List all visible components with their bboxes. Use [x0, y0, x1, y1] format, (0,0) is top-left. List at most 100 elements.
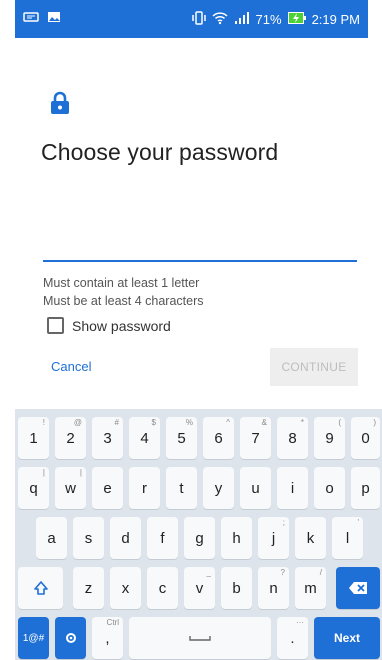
key-6[interactable]: ^ 6 — [203, 417, 234, 459]
key-w-alt: | — [79, 468, 82, 477]
status-bar: 71% 2:19 PM — [15, 0, 368, 38]
key-t[interactable]: t — [166, 467, 197, 509]
key-l[interactable]: ' l — [332, 517, 363, 559]
key-4-label: 4 — [140, 429, 149, 447]
key-f[interactable]: f — [147, 517, 178, 559]
page-title: Choose your password — [41, 139, 279, 165]
key-p[interactable]: p — [351, 467, 380, 509]
key-y[interactable]: y — [203, 467, 234, 509]
key-b[interactable]: b — [221, 567, 252, 609]
show-password-label: Show password — [72, 317, 171, 334]
key-3-label: 3 — [103, 429, 112, 447]
show-password-checkbox[interactable] — [47, 317, 64, 334]
key-l-label: l — [345, 529, 350, 547]
wifi-icon — [212, 11, 228, 28]
key-1-alt: ! — [42, 418, 45, 427]
space-key[interactable] — [129, 617, 271, 659]
key-7[interactable]: & 7 — [240, 417, 271, 459]
key-o-label: o — [325, 479, 334, 497]
vibrate-icon — [191, 10, 206, 28]
key-e[interactable]: e — [92, 467, 123, 509]
key-p-label: p — [361, 479, 370, 497]
key-n-alt: ? — [280, 568, 285, 577]
key-5-label: 5 — [177, 429, 186, 447]
key-9[interactable]: (9 — [314, 417, 345, 459]
key-a[interactable]: a — [36, 517, 67, 559]
key-8-alt: * — [300, 418, 304, 427]
settings-key[interactable] — [55, 617, 86, 659]
key-7-alt: & — [261, 418, 267, 427]
key-v-alt: _ — [206, 568, 211, 577]
shift-icon — [33, 581, 48, 595]
hint-letter: Must contain at least 1 letter — [43, 276, 200, 290]
key-h[interactable]: h — [221, 517, 252, 559]
key-d[interactable]: d — [110, 517, 141, 559]
battery-percent: 71% — [255, 11, 282, 27]
key-g[interactable]: g — [184, 517, 215, 559]
key-u[interactable]: u — [240, 467, 271, 509]
period-key-alt: ··· — [296, 618, 304, 627]
key-k[interactable]: k — [295, 517, 326, 559]
show-password-toggle[interactable]: Show password — [47, 317, 171, 334]
key-1[interactable]: ! 1 — [18, 417, 49, 459]
comma-key[interactable]: Ctrl, — [92, 617, 123, 659]
signal-icon — [234, 11, 250, 28]
key-i-label: i — [290, 479, 295, 497]
lock-icon — [50, 91, 70, 115]
backspace-key[interactable] — [336, 567, 380, 609]
key-2-label: 2 — [66, 429, 75, 447]
battery-charging-icon — [287, 11, 306, 27]
key-r[interactable]: r — [129, 467, 160, 509]
key-v[interactable]: _ v — [184, 567, 215, 609]
key-x[interactable]: x — [110, 567, 141, 609]
next-key[interactable]: Next — [314, 617, 380, 659]
key-s[interactable]: s — [73, 517, 104, 559]
key-z-label: z — [84, 579, 93, 597]
key-q-label: q — [29, 479, 38, 497]
key-6-alt: ^ — [226, 418, 230, 427]
key-m[interactable]: / m — [295, 567, 326, 609]
hint-length: Must be at least 4 characters — [43, 294, 204, 308]
image-icon — [47, 10, 61, 28]
key-q[interactable]: | q — [18, 467, 49, 509]
key-w[interactable]: | w — [55, 467, 86, 509]
key-n[interactable]: ? n — [258, 567, 289, 609]
key-c-label: c — [158, 579, 167, 597]
key-n-label: n — [269, 579, 278, 597]
key-m-label: m — [304, 579, 317, 597]
key-z[interactable]: z — [73, 567, 104, 609]
space-bar-icon — [189, 636, 211, 641]
key-o[interactable]: o — [314, 467, 345, 509]
key-6-label: 6 — [214, 429, 223, 447]
key-j-label: j — [271, 529, 276, 547]
symbols-key[interactable]: 1@# — [18, 617, 49, 659]
key-c[interactable]: c — [147, 567, 178, 609]
key-y-label: y — [214, 479, 223, 497]
password-input[interactable] — [43, 228, 357, 262]
key-x-label: x — [121, 579, 130, 597]
key-d-label: d — [121, 529, 130, 547]
period-key[interactable]: ···. — [277, 617, 308, 659]
key-j-alt: ; — [282, 518, 285, 527]
key-5[interactable]: % 5 — [166, 417, 197, 459]
key-h-label: h — [232, 529, 241, 547]
key-8-label: 8 — [288, 429, 297, 447]
key-j[interactable]: ; j — [258, 517, 289, 559]
cancel-button[interactable]: Cancel — [51, 359, 91, 374]
key-0[interactable]: ) 0 — [351, 417, 380, 459]
key-5-alt: % — [185, 418, 193, 427]
backspace-icon — [349, 582, 367, 594]
key-2[interactable]: @2 — [55, 417, 86, 459]
shift-key[interactable] — [18, 567, 63, 609]
key-e-label: e — [103, 479, 112, 497]
notification-icon — [23, 10, 39, 28]
key-k-label: k — [306, 529, 315, 547]
key-3[interactable]: #3 — [92, 417, 123, 459]
continue-button[interactable]: CONTINUE — [270, 348, 358, 386]
key-4[interactable]: $4 — [129, 417, 160, 459]
key-v-label: v — [195, 579, 204, 597]
key-i[interactable]: i — [277, 467, 308, 509]
gear-icon — [65, 633, 76, 643]
key-4-alt: $ — [151, 418, 156, 427]
key-8[interactable]: * 8 — [277, 417, 308, 459]
